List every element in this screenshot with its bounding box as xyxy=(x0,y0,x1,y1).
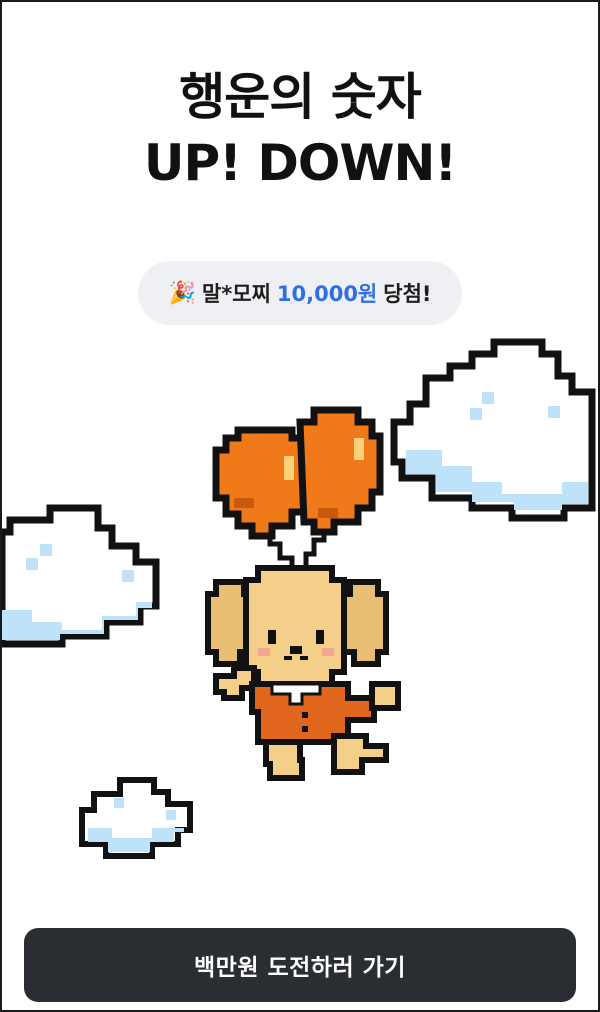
balloon-illustration xyxy=(212,406,384,540)
cloud-illustration-bottom xyxy=(79,777,193,859)
title-line-2: UP! DOWN! xyxy=(143,134,457,192)
party-popper-icon: 🎉 xyxy=(168,280,196,306)
winner-amount: 10,000원 xyxy=(276,282,378,306)
game-screen: 행운의 숫자 UP! DOWN! 🎉 말*모찌 10,000원 당첨! 백만원 … xyxy=(0,0,600,1012)
title-line-1: 행운의 숫자 xyxy=(179,68,421,126)
cloud-illustration-top-right xyxy=(390,338,596,522)
illustration-scene xyxy=(2,338,596,859)
winner-badge: 🎉 말*모찌 10,000원 당첨! xyxy=(138,261,462,325)
cloud-illustration-left xyxy=(2,504,160,648)
challenge-button[interactable]: 백만원 도전하러 가기 xyxy=(24,928,576,1002)
page-title: 행운의 숫자 UP! DOWN! xyxy=(2,64,598,196)
winner-name: 말*모찌 xyxy=(201,282,271,306)
winner-suffix: 당첨! xyxy=(383,282,432,306)
dog-character-illustration xyxy=(205,565,401,781)
